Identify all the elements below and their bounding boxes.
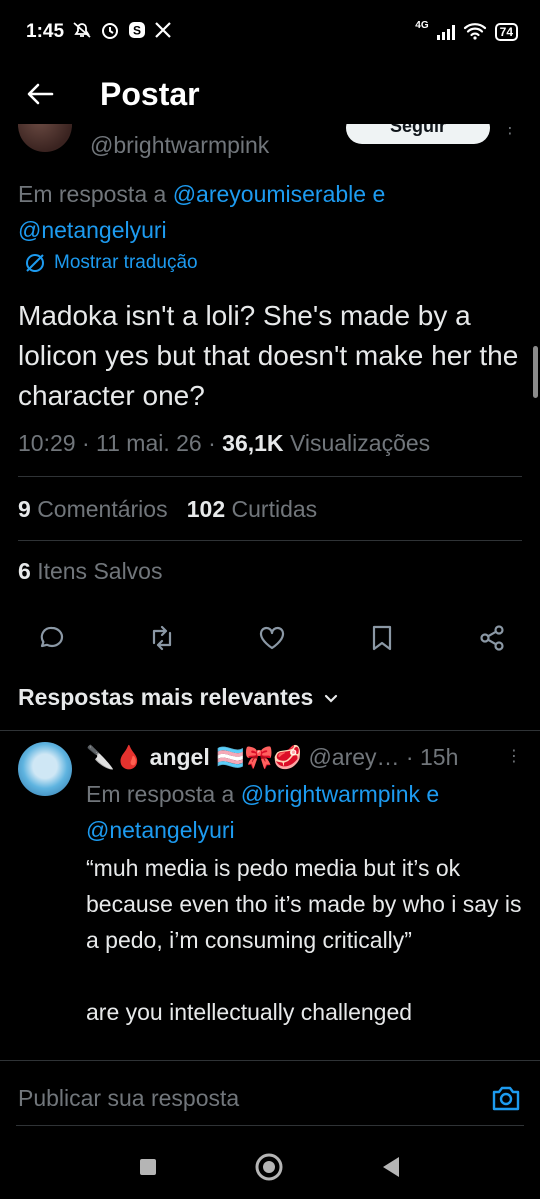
- post-meta: 10:29 · 11 mai. 26 · 36,1K Visualizações: [18, 430, 431, 456]
- divider: [18, 476, 522, 477]
- wifi-icon: [463, 22, 487, 43]
- views-label: Visualizações: [289, 430, 431, 456]
- composer-underline: [16, 1125, 524, 1126]
- triangle-back-icon: [383, 1157, 399, 1177]
- reply-author-name[interactable]: angel: [150, 744, 210, 770]
- back-nav-button[interactable]: [380, 1155, 402, 1184]
- repost-button[interactable]: [142, 618, 182, 658]
- page-title: Postar: [100, 75, 200, 112]
- bookmark-icon: [372, 625, 392, 651]
- camera-button[interactable]: [490, 1083, 522, 1118]
- author-row: @brightwarmpink Seguir ⋮: [18, 124, 522, 164]
- post-time: 10:29: [18, 430, 76, 456]
- reply-join: e: [366, 181, 386, 207]
- reply-prefix: Em resposta a: [86, 781, 241, 807]
- heart-icon: [259, 626, 285, 650]
- reply-context: Em resposta a @brightwarmpink e @netange…: [86, 776, 516, 848]
- back-button[interactable]: [0, 82, 80, 106]
- top-bar: Postar: [0, 64, 540, 124]
- sort-label: Respostas mais relevantes: [18, 684, 314, 710]
- network-label: 4G: [415, 19, 429, 31]
- flag-emoji-icon: 🏳️‍⚧️🎀🥩: [216, 744, 303, 770]
- reply-author-handle[interactable]: @arey…: [308, 744, 399, 770]
- saves-count: 6: [18, 558, 31, 584]
- circle-icon: [255, 1153, 283, 1181]
- author-handle[interactable]: @brightwarmpink: [90, 132, 269, 159]
- mention-link[interactable]: @areyoumiserable: [173, 181, 366, 207]
- engagement-stats[interactable]: 9 Comentários 102 Curtidas: [18, 496, 317, 523]
- reply-prefix: Em resposta a: [18, 181, 173, 207]
- recents-button[interactable]: [138, 1157, 158, 1182]
- comments-count: 9: [18, 496, 31, 522]
- saves-label: Itens Salvos: [37, 558, 163, 584]
- signal-icon: [436, 24, 455, 40]
- avatar[interactable]: [18, 124, 72, 152]
- reply-text: “muh media is pedo media but it’s ok bec…: [86, 855, 522, 1025]
- more-options-icon[interactable]: ⋮: [502, 124, 518, 138]
- follow-button[interactable]: Seguir: [346, 124, 490, 144]
- reply-context: Em resposta a @areyoumiserable e @netang…: [18, 176, 518, 248]
- likes-label: Curtidas: [231, 496, 318, 522]
- translate-label: Mostrar tradução: [54, 252, 198, 273]
- status-time: 1:45: [26, 21, 65, 42]
- more-options-icon[interactable]: ⋮: [506, 746, 522, 766]
- comment-icon: [40, 626, 64, 648]
- s-app-icon: S: [128, 21, 146, 44]
- likes-count: 102: [186, 496, 226, 522]
- reply-button[interactable]: [32, 618, 72, 658]
- svg-text:S: S: [133, 23, 141, 37]
- repost-icon: [152, 625, 172, 651]
- divider: [18, 540, 522, 541]
- post-detail[interactable]: @brightwarmpink Seguir ⋮ Em resposta a @…: [0, 124, 540, 1060]
- like-button[interactable]: [252, 618, 292, 658]
- x-logo-icon: [154, 21, 172, 44]
- share-icon: [480, 625, 504, 651]
- reply-composer: Publicar sua resposta: [0, 1060, 540, 1140]
- saves-stats[interactable]: 6 Itens Salvos: [18, 558, 162, 585]
- divider: [0, 730, 540, 731]
- mute-icon: [72, 21, 92, 44]
- views-count: 36,1K: [222, 430, 284, 456]
- mention-link[interactable]: @netangelyuri: [18, 217, 167, 243]
- avatar[interactable]: [18, 742, 72, 796]
- reply-header: 🔪🩸 angel 🏳️‍⚧️🎀🥩 @arey… · 15h: [86, 744, 459, 770]
- camera-icon: [492, 1086, 520, 1111]
- translate-icon: [26, 254, 44, 272]
- mention-link[interactable]: @netangelyuri: [86, 817, 235, 843]
- alarm-icon: [100, 20, 120, 45]
- replies-sort-dropdown[interactable]: Respostas mais relevantes: [18, 684, 339, 711]
- bookmark-button[interactable]: [362, 618, 402, 658]
- reply-input[interactable]: Publicar sua resposta: [18, 1085, 239, 1112]
- home-button[interactable]: [254, 1152, 284, 1187]
- show-translation-button[interactable]: Mostrar tradução: [24, 252, 198, 274]
- reply-join: e: [419, 781, 440, 807]
- scrollbar[interactable]: [533, 346, 538, 398]
- knife-emoji-icon: 🔪🩸: [86, 744, 144, 770]
- arrow-left-icon: [27, 83, 54, 105]
- mention-link[interactable]: @brightwarmpink: [241, 781, 420, 807]
- comments-label: Comentários: [37, 496, 168, 522]
- reply-age: 15h: [420, 744, 459, 770]
- chevron-down-icon: [325, 694, 338, 703]
- battery-icon: 74: [494, 23, 518, 41]
- post-date: 11 mai. 26: [96, 430, 202, 456]
- status-bar: 1:45 S 4G 74: [0, 0, 540, 64]
- system-navigation-bar: [0, 1140, 540, 1199]
- square-icon: [140, 1159, 156, 1175]
- action-bar: [32, 618, 512, 658]
- post-text: Madoka isn't a loli? She's made by a lol…: [18, 300, 519, 411]
- share-button[interactable]: [472, 618, 512, 658]
